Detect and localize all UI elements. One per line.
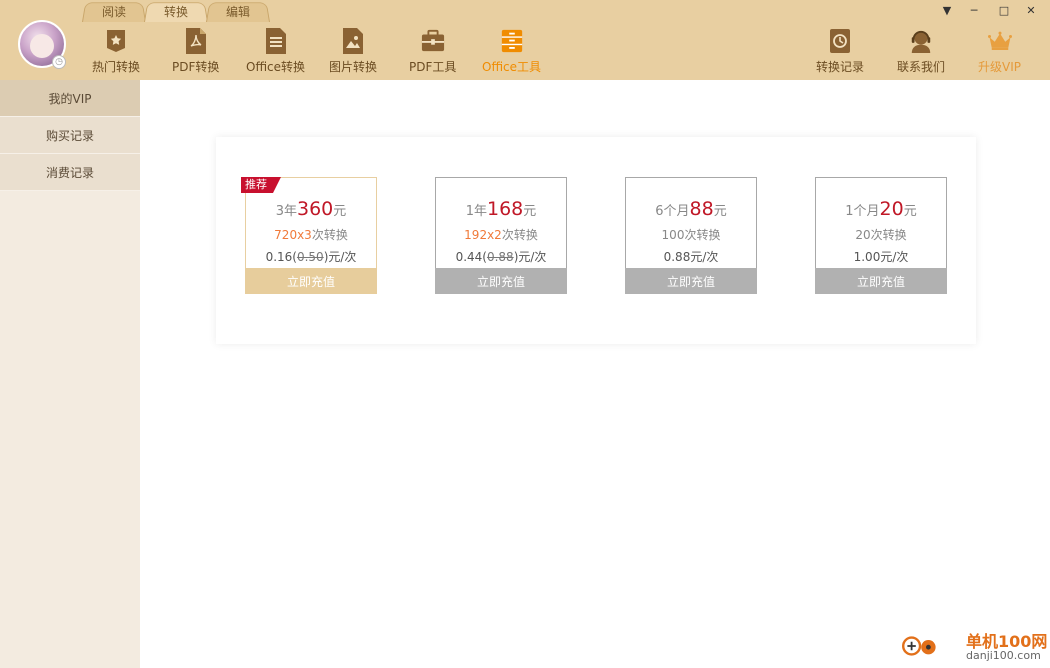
clock-icon [828,28,852,54]
avatar-face [30,34,54,58]
plan-conversions: 720x3次转换 [274,228,348,242]
nav-pdf-tools[interactable]: PDF工具 [409,28,456,75]
maximize-icon[interactable]: □ [995,4,1013,17]
plan-title: 1个月20元 [845,198,917,220]
watermark-logo-icon [902,636,936,656]
recharge-button[interactable]: 立即充值 [245,268,377,294]
plan-card-6-month: 6个月88元 100次转换 0.88元/次 立即充值 [625,177,757,294]
tab-convert[interactable]: 转换 [144,0,208,22]
image-icon [341,28,365,54]
recharge-button[interactable]: 立即充值 [815,268,947,294]
star-icon [104,28,128,54]
dropdown-menu-icon[interactable]: ▼ [938,4,956,17]
plan-card-1-year: 1年168元 192x2次转换 0.44(0.88)元/次 立即充值 [435,177,567,294]
watermark-url: danji100.com [966,649,1041,662]
plan-title: 6个月88元 [655,198,727,220]
plan-conversions: 20次转换 [855,228,907,242]
nav-contact-us[interactable]: 联系我们 [897,28,945,75]
watermark: 单机100网 danji100.com [902,626,1050,668]
cabinet-icon [500,28,524,54]
plan-unit-price: 0.44(0.88)元/次 [455,250,547,264]
avatar-status-icon: ◷ [52,55,66,69]
nav-office-convert[interactable]: Office转换 [246,28,305,75]
plan-title: 1年168元 [465,198,537,220]
top-toolbar: 阅读 转换 编辑 ◷ 热门转换 PDF转换 Office转换 图片转换 PDF工… [0,0,1050,80]
plan-unit-price: 1.00元/次 [853,250,909,264]
nav-conversion-history[interactable]: 转换记录 [816,28,864,75]
tab-edit[interactable]: 编辑 [206,0,270,22]
plan-title: 3年360元 [275,198,347,220]
nav-image-convert[interactable]: 图片转换 [329,28,377,75]
nav-pdf-convert[interactable]: PDF转换 [172,28,219,75]
plan-unit-price: 0.88元/次 [663,250,719,264]
plan-unit-price: 0.16(0.50)元/次 [265,250,357,264]
recommended-badge: 推荐 [241,177,281,193]
sidebar-item-purchase-history[interactable]: 购买记录 [0,117,140,154]
mode-tabs: 阅读 转换 编辑 [82,0,268,22]
crown-icon [987,28,1012,54]
sidebar-item-my-vip[interactable]: 我的VIP [0,80,140,117]
nav-upgrade-vip[interactable]: 升级VIP [978,28,1021,75]
sidebar-item-consumption-history[interactable]: 消费记录 [0,154,140,191]
toolbox-icon [421,28,445,54]
recharge-button[interactable]: 立即充值 [625,268,757,294]
document-icon [264,28,288,54]
nav-hot-convert[interactable]: 热门转换 [92,28,140,75]
plan-conversions: 192x2次转换 [464,228,538,242]
tab-read[interactable]: 阅读 [82,0,146,22]
plan-conversions: 100次转换 [661,228,721,242]
close-icon[interactable]: ✕ [1022,4,1040,17]
plan-card-3-year: 推荐 3年360元 720x3次转换 0.16(0.50)元/次 立即充值 [241,177,377,294]
sidebar: 我的VIP 购买记录 消费记录 [0,80,140,668]
headset-icon [909,28,933,54]
pdf-icon [184,28,208,54]
nav-office-tools[interactable]: Office工具 [482,28,541,75]
recharge-button[interactable]: 立即充值 [435,268,567,294]
minimize-icon[interactable]: ─ [965,4,983,17]
plan-card-1-month: 1个月20元 20次转换 1.00元/次 立即充值 [815,177,947,294]
